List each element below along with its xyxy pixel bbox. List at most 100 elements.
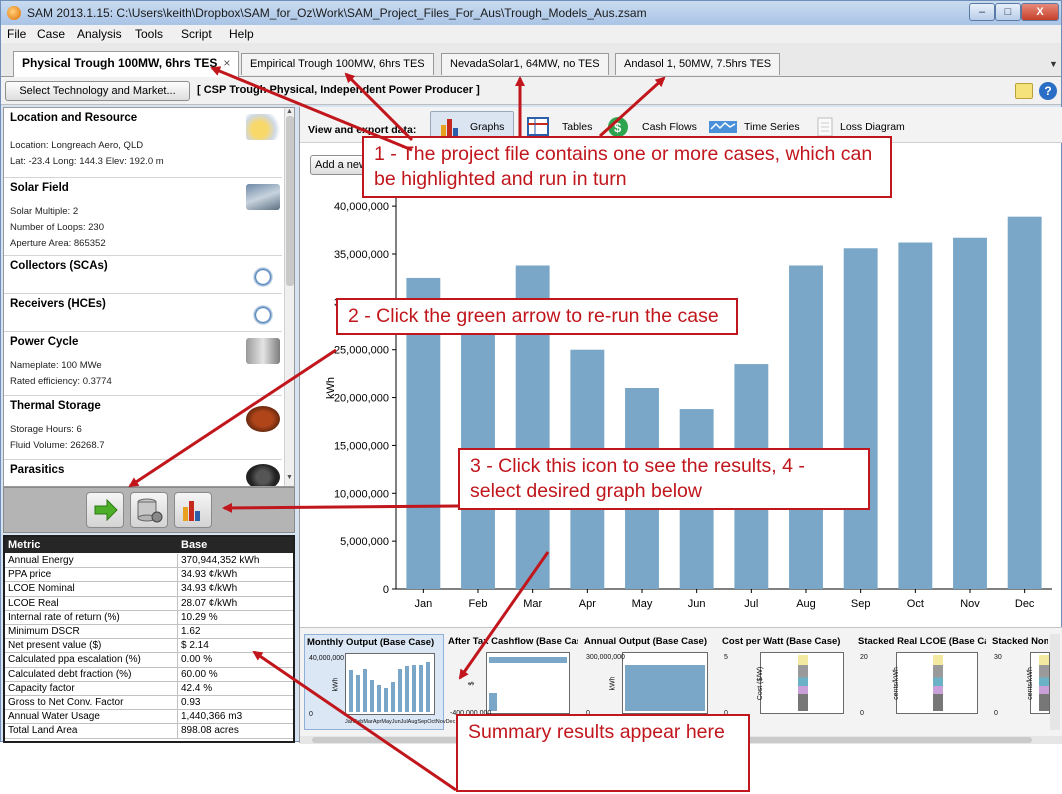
summary-value: 0.93 [177,696,200,710]
summary-metric: Calculated ppa escalation (%) [8,654,141,666]
thumbnail-title: Stacked Real LCOE (Base Case) [858,636,986,647]
bar-oct [898,242,933,589]
thumbnail-y-top: 30 [994,654,1002,661]
menu-analysis[interactable]: Analysis [77,27,122,41]
case-tab-label: Empirical Trough 100MW, 6hrs TES [250,58,425,70]
summary-row: Gross to Net Conv. Factor 0.93 [5,696,293,711]
close-button[interactable]: X [1021,3,1059,21]
help-icon[interactable]: ? [1039,82,1057,100]
summary-row: Capacity factor 42.4 % [5,681,293,696]
sidebar-detail: Nameplate: 100 MWe [10,360,102,371]
cash-flow-icon[interactable]: $ [606,115,630,137]
case-toolbar: Select Technology and Market... [ CSP Tr… [1,77,1061,105]
thumbnail-bar [797,655,808,711]
x-tick-label: Aug [796,598,816,610]
summary-value: 10.29 % [177,610,218,624]
tab-time-series[interactable]: Time Series [744,121,800,133]
x-tick-label: Feb [469,598,488,610]
x-tick-label: Jan [414,598,432,610]
thumbnail-bar [419,664,424,712]
bar-dec [1007,216,1042,589]
summary-header: Metric Base [5,537,293,553]
x-tick-label: May [632,598,653,610]
run-case-button[interactable] [86,492,124,528]
summary-value: 370,944,352 kWh [177,554,259,568]
thumbnail-bar [391,681,396,712]
time-series-icon[interactable] [708,115,738,137]
tab-close-icon[interactable]: × [223,56,230,70]
summary-row: Internal rate of return (%) 10.29 % [5,610,293,625]
thumbnail-bar [384,687,389,712]
summary-row: LCOE Nominal 34.93 ¢/kWh [5,582,293,597]
x-tick-label: Oct [907,598,924,610]
sidebar-item-receivers[interactable]: Receivers (HCEs) [4,294,282,332]
scroll-up-icon[interactable]: ▲ [286,108,293,115]
menu-case[interactable]: Case [37,27,65,41]
window-title: SAM 2013.1.15: C:\Users\keith\Dropbox\SA… [27,6,647,20]
tab-menu-icon[interactable]: ▼ [1049,59,1058,69]
graph-thumbnail[interactable]: Stacked Nominal LCOE 30 0 cents/kWh [990,634,1050,730]
metric-column-header: Metric [8,539,41,551]
thumbnail-title: Annual Output (Base Case) [584,636,707,647]
sidebar-item-thermal-storage[interactable]: Thermal Storage Storage Hours: 6 Fluid V… [4,396,282,460]
sidebar-item-label: Location and Resource [10,112,138,124]
case-tab-andasol[interactable]: Andasol 1, 50MW, 7.5hrs TES [615,53,781,75]
case-tab-empirical-trough[interactable]: Empirical Trough 100MW, 6hrs TES [241,53,434,75]
sidebar-item-location[interactable]: Location and Resource Location: Longreac… [4,108,282,178]
summary-row: Net present value ($) $ 2.14 [5,639,293,654]
sidebar-item-solar-field[interactable]: Solar Field Solar Multiple: 2 Number of … [4,178,282,256]
case-tab-nevada-solar[interactable]: NevadaSolar1, 64MW, no TES [441,53,609,75]
summary-metric: Internal rate of return (%) [8,611,120,623]
sidebar-item-power-cycle[interactable]: Power Cycle Nameplate: 100 MWe Rated eff… [4,332,282,396]
sidebar-item-label: Collectors (SCAs) [10,260,108,272]
scroll-down-icon[interactable]: ▼ [286,474,293,481]
summary-value: 0.00 % [177,653,212,667]
sidebar-item-collectors[interactable]: Collectors (SCAs) [4,256,282,294]
menu-help[interactable]: Help [229,27,254,41]
input-pages-sidebar: Location and Resource Location: Longreac… [3,107,295,487]
tab-cash-flows[interactable]: Cash Flows [642,121,697,133]
thumbnail-plot [760,652,844,714]
tab-loss-diagram[interactable]: Loss Diagram [840,121,905,133]
results-button[interactable] [174,492,212,528]
title-bar: SAM 2013.1.15: C:\Users\keith\Dropbox\SA… [1,1,1061,25]
summary-metric: LCOE Nominal [8,583,75,595]
sidebar-scrollbar[interactable]: ▲ ▼ [284,108,294,486]
x-tick-label: Nov [960,598,980,610]
tables-icon[interactable] [526,115,550,137]
menu-script[interactable]: Script [181,27,212,41]
summary-metric: LCOE Real [8,597,59,609]
graph-thumbnail[interactable]: Stacked Real LCOE (Base Case) 20 0 cents/kW… [856,634,988,730]
parametrics-button[interactable] [130,492,168,528]
thumbnail-bar [1039,655,1050,711]
thumbnail-bar [625,665,705,711]
menu-tools[interactable]: Tools [135,27,163,41]
sidebar-item-label: Solar Field [10,182,69,194]
thumbnail-y-label: kWh [332,677,340,692]
summary-value: 42.4 % [177,681,212,695]
receiver-icon [246,302,280,328]
tab-tables[interactable]: Tables [562,121,592,133]
sidebar-scroll-thumb[interactable] [286,116,294,286]
case-tab-physical-trough[interactable]: Physical Trough 100MW, 6hrs TES × [13,51,240,77]
thumbnail-y-label: cents/kWh [1026,667,1034,700]
thumbnail-bar [933,655,943,711]
menu-file[interactable]: File [7,27,26,41]
y-tick-label: 10,000,000 [334,488,389,500]
graph-thumbnail[interactable]: Monthly Output (Base Case) 40,000,000 0 kWh… [304,634,455,730]
notes-icon[interactable] [1015,83,1033,99]
maximize-button[interactable]: □ [995,3,1021,21]
sidebar-detail: Aperture Area: 865352 [10,238,106,249]
y-tick-label: 20,000,000 [334,393,389,405]
thumbnail-y-label: cents/kWh [892,667,900,700]
sidebar-item-parasitics[interactable]: Parasitics [4,460,282,486]
minimize-button[interactable]: – [969,3,995,21]
graphs-icon [441,119,458,137]
sidebar-item-label: Power Cycle [10,336,79,348]
thumbnail-vertical-scrollbar[interactable] [1050,634,1060,730]
select-technology-button[interactable]: Select Technology and Market... [5,81,190,101]
sam-window: SAM 2013.1.15: C:\Users\keith\Dropbox\SA… [0,0,1062,744]
summary-value: 1,440,366 m3 [177,710,242,724]
loss-diagram-icon[interactable] [814,115,838,137]
thumbnail-title: After Tax Cashflow (Base Case) [448,636,578,647]
